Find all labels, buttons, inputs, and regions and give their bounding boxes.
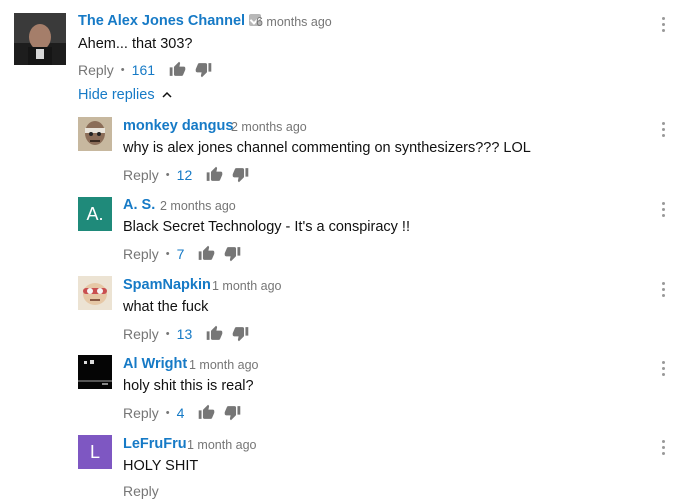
comment-author[interactable]: SpamNapkin [123,277,211,293]
thumbs-up-icon[interactable] [198,404,215,421]
hide-replies-label: Hide replies [78,87,155,103]
comment-text: Ahem... that 303? [78,36,193,52]
like-count: 13 [176,325,193,342]
comment-time[interactable]: 1 month ago [187,438,257,452]
hide-replies-button[interactable]: Hide replies [78,87,173,103]
comment-text: what the fuck [123,299,209,315]
more-actions-icon[interactable] [662,440,666,455]
like-count: 12 [176,166,193,183]
more-actions-icon[interactable] [662,122,666,137]
avatar[interactable] [78,117,112,151]
reply-button[interactable]: Reply [123,326,159,342]
comment-actions: Reply • 12 [123,166,258,183]
comment-author[interactable]: A. S. [123,197,155,213]
avatar[interactable]: A. [78,197,112,231]
avatar[interactable] [14,13,66,65]
like-count: 4 [176,404,185,421]
more-actions-icon[interactable] [662,282,666,297]
thumbs-down-icon[interactable] [195,61,212,78]
comment-author[interactable]: Al Wright [123,356,187,372]
thumbs-down-icon[interactable] [232,166,249,183]
comment-time[interactable]: 2 months ago [231,120,307,134]
comment-text: HOLY SHIT [123,458,199,474]
comment-actions: Reply • 4 [123,404,250,421]
reply-button[interactable]: Reply [123,246,159,262]
reply-button[interactable]: Reply [123,483,159,499]
separator-dot: • [165,168,170,181]
comment-author[interactable]: The Alex Jones Channel [78,13,262,29]
like-count: 161 [131,61,156,78]
comment-text: Black Secret Technology - It's a conspir… [123,219,410,235]
comment-actions: Reply [123,483,159,499]
avatar-photo [78,276,112,310]
comment-actions: Reply • 7 [123,245,250,262]
comment-author[interactable]: monkey dangus [123,118,233,134]
avatar-letter: A. [86,203,104,224]
avatar-letter: L [89,441,100,462]
more-actions-icon[interactable] [662,202,666,217]
reply-button[interactable]: Reply [78,62,114,78]
comment-actions: Reply • 13 [123,325,258,342]
avatar-photo [14,13,66,65]
thumbs-up-icon[interactable] [206,166,223,183]
like-count: 7 [176,245,185,262]
separator-dot: • [120,63,125,76]
avatar[interactable]: L [78,435,112,469]
reply-button[interactable]: Reply [123,167,159,183]
avatar-photo [78,117,112,151]
thumbs-up-icon[interactable] [206,325,223,342]
avatar[interactable] [78,355,112,389]
thumbs-up-icon[interactable] [169,61,186,78]
avatar[interactable] [78,276,112,310]
more-actions-icon[interactable] [662,361,666,376]
separator-dot: • [165,247,170,260]
comment-author[interactable]: LeFruFru [123,436,187,452]
chevron-up-icon [162,91,172,98]
thumbs-up-icon[interactable] [198,245,215,262]
comment-text: holy shit this is real? [123,378,254,394]
comment-time[interactable]: 2 months ago [160,199,236,213]
thumbs-down-icon[interactable] [232,325,249,342]
more-actions-icon[interactable] [662,17,666,32]
thumbs-down-icon[interactable] [224,404,241,421]
separator-dot: • [165,406,170,419]
comment-time[interactable]: 1 month ago [212,279,282,293]
comment-time[interactable]: 6 months ago [256,15,332,29]
thumbs-down-icon[interactable] [224,245,241,262]
avatar-photo [78,355,112,389]
comment-actions: Reply • 161 [78,61,221,78]
reply-button[interactable]: Reply [123,405,159,421]
comment-text: why is alex jones channel commenting on … [123,140,531,156]
comment-time[interactable]: 1 month ago [189,358,259,372]
separator-dot: • [165,327,170,340]
